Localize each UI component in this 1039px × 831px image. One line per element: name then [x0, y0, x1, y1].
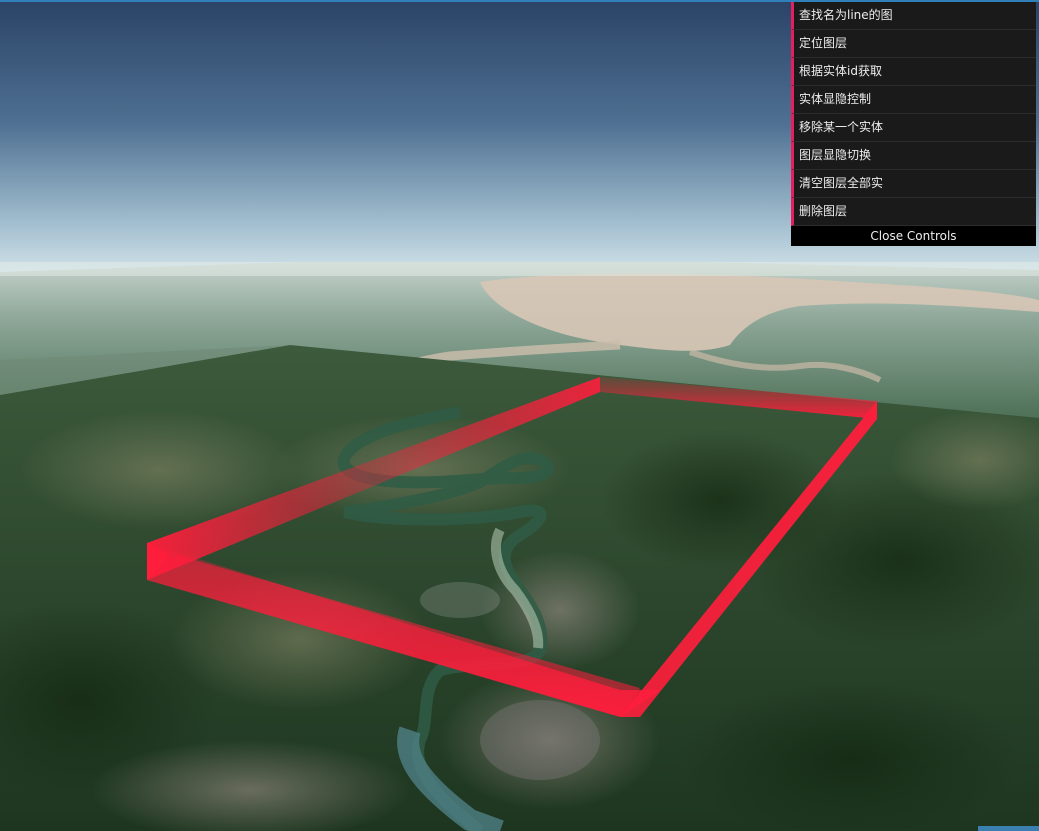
control-delete-layer[interactable]: 删除图层 — [791, 198, 1036, 226]
urban-area — [480, 700, 600, 780]
corner-tab[interactable] — [978, 826, 1039, 831]
controls-panel: 查找名为line的图 定位图层 根据实体id获取 实体显隐控制 移除某一个实体 … — [791, 2, 1036, 246]
close-controls-button[interactable]: Close Controls — [791, 226, 1036, 246]
control-remove-entity[interactable]: 移除某一个实体 — [791, 114, 1036, 142]
control-clear-layer-entities[interactable]: 清空图层全部实 — [791, 170, 1036, 198]
control-find-line-layer[interactable]: 查找名为line的图 — [791, 2, 1036, 30]
control-toggle-entity-visibility[interactable]: 实体显隐控制 — [791, 86, 1036, 114]
horizon-haze — [0, 262, 1039, 276]
control-locate-layer[interactable]: 定位图层 — [791, 30, 1036, 58]
control-toggle-layer-visibility[interactable]: 图层显隐切换 — [791, 142, 1036, 170]
control-get-entity-by-id[interactable]: 根据实体id获取 — [791, 58, 1036, 86]
urban-area — [420, 582, 500, 618]
